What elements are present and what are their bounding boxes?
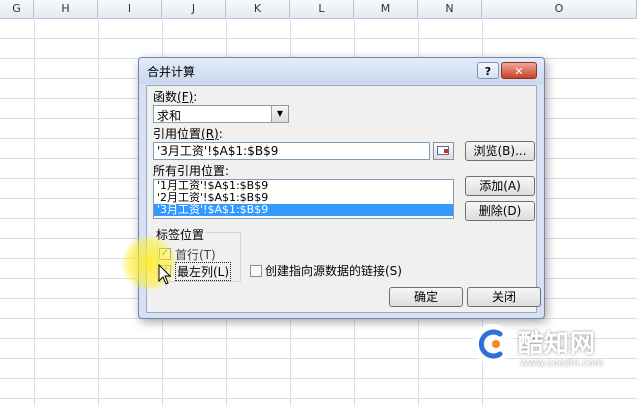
mouse-cursor-icon [158,264,172,285]
dialog-titlebar[interactable]: 合并计算 ? ✕ [139,58,544,84]
column-header-bar: G H I J K L M N O [0,0,637,19]
function-select[interactable]: 求和 ▼ [153,105,289,123]
chevron-down-icon[interactable]: ▼ [271,106,288,122]
top-row-label[interactable]: 首行(T) [175,246,216,263]
delete-button[interactable]: 删除(D) [465,201,535,221]
dialog-title: 合并计算 [147,65,196,79]
help-button[interactable]: ? [477,62,499,79]
column-header-i[interactable]: I [98,0,162,18]
browse-button[interactable]: 浏览(B)... [465,141,535,161]
watermark: 酷知网 www.coozhi.com [470,318,630,380]
column-header-o[interactable]: O [482,0,637,18]
consolidate-dialog: 合并计算 ? ✕ 函数(F): 求和 ▼ 引用位置(R): '3月工资'!$A$… [138,57,545,319]
reference-input[interactable]: '3月工资'!$A$1:$B$9 [153,142,430,160]
collapse-dialog-button[interactable] [433,142,454,160]
reference-label: 引用位置(R): [153,127,223,141]
dialog-body: 函数(F): 求和 ▼ 引用位置(R): '3月工资'!$A$1:$B$9 浏览… [146,85,541,313]
column-header-k[interactable]: K [226,0,290,18]
close-button[interactable]: 关闭 [467,287,541,307]
coozhi-logo-icon [472,324,512,364]
all-references-label: 所有引用位置: [153,164,230,178]
list-item-selected[interactable]: '3月工资'!$A$1:$B$9 [154,204,453,216]
watermark-name: 酷知网 [518,329,597,358]
collapse-range-icon [437,146,449,155]
column-header-h[interactable]: H [34,0,98,18]
column-header-j[interactable]: J [162,0,226,18]
collapse-arrow-icon [444,149,448,153]
function-select-value: 求和 [157,109,182,123]
watermark-url: www.coozhi.com [520,358,604,369]
column-header-l[interactable]: L [290,0,354,18]
close-icon[interactable]: ✕ [501,62,537,79]
all-references-list[interactable]: '1月工资'!$A$1:$B$9 '2月工资'!$A$1:$B$9 '3月工资'… [153,179,454,219]
ok-button[interactable]: 确定 [389,287,463,307]
grid-line [0,398,637,399]
link-source-label[interactable]: 创建指向源数据的链接(S) [265,262,402,279]
function-label: 函数(F): [153,90,198,104]
column-header-n[interactable]: N [418,0,482,18]
link-source-checkbox[interactable]: ✓ [250,265,262,277]
left-column-label[interactable]: 最左列(L) [175,262,232,281]
add-button[interactable]: 添加(A) [465,176,535,196]
column-header-g[interactable]: G [0,0,34,18]
grid-line [0,38,637,39]
grid-column-line [34,18,35,406]
column-header-m[interactable]: M [354,0,418,18]
grid-column-line [98,18,99,406]
